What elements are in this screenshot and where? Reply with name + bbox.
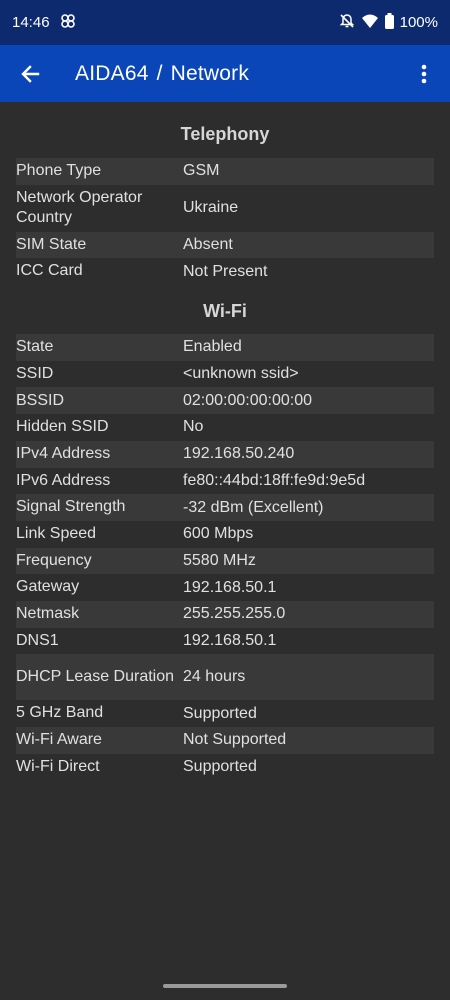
info-row: 5 GHz Band Supported [16, 700, 434, 727]
row-key: Wi-Fi Direct [16, 757, 100, 775]
row-key: Signal Strength [16, 498, 126, 516]
page-name: Network [170, 61, 250, 85]
section-title-telephony: Telephony [180, 124, 270, 144]
row-value: Enabled [183, 338, 242, 356]
row-value: 255.255.255.0 [183, 605, 286, 623]
row-key: Link Speed [16, 524, 97, 542]
row-key: BSSID [16, 391, 65, 409]
row-value: 192.168.50.1 [183, 578, 277, 596]
row-key: State [16, 338, 54, 356]
info-row: IPv4 Address 192.168.50.240 [16, 440, 434, 468]
section-title-wifi: Wi-Fi [203, 301, 247, 322]
page-title: AIDA64 / Network [75, 62, 249, 86]
row-value: <unknown ssid> [183, 365, 299, 383]
battery-percent: 100% [399, 14, 438, 31]
info-row: Link Speed 600 Mbps [16, 521, 434, 548]
pinwheel-icon [60, 13, 76, 33]
row-value: Not Supported [183, 731, 287, 749]
row-key: Phone Type [16, 162, 102, 180]
info-row: ICC Card Not Present [16, 258, 434, 285]
title-separator: / [156, 61, 163, 85]
row-key: ICC Card [16, 262, 83, 280]
info-row: Frequency 5580 MHz [16, 547, 434, 575]
row-key: SIM State [16, 235, 87, 253]
row-value: 192.168.50.240 [183, 445, 295, 463]
battery-icon [384, 12, 394, 33]
row-value: -32 dBm (Excellent) [183, 498, 324, 516]
row-value: Ukraine [183, 199, 239, 217]
info-row: Phone Type GSM [16, 158, 434, 185]
status-time: 14:46 [12, 14, 50, 31]
info-row: SSID <unknown ssid> [16, 361, 434, 388]
row-key: DHCP Lease Duration [16, 668, 175, 686]
app-bar: AIDA64 / Network [0, 45, 450, 102]
info-row: State Enabled [16, 334, 434, 361]
info-row: Wi-Fi Direct Supported [16, 754, 434, 781]
info-row: Gateway 192.168.50.1 [16, 574, 434, 601]
info-row: Netmask 255.255.255.0 [16, 600, 434, 628]
info-row: Hidden SSID No [16, 414, 434, 441]
row-key: Gateway [16, 578, 80, 596]
row-value: 192.168.50.1 [183, 631, 277, 649]
info-row: SIM State Absent [16, 231, 434, 259]
row-value: 5580 MHz [183, 551, 256, 569]
wifi-icon [361, 13, 379, 33]
row-value: Absent [183, 236, 233, 254]
bell-off-icon [339, 13, 355, 33]
app-name: AIDA64 [75, 61, 149, 85]
more-vert-icon[interactable] [412, 62, 436, 86]
row-key: Network Operator Country [16, 188, 143, 227]
row-key: Frequency [16, 551, 92, 569]
row-key: IPv6 Address [16, 471, 111, 489]
row-value: Supported [183, 704, 257, 722]
row-key: Netmask [16, 605, 80, 623]
info-row: Network Operator Country Ukraine [16, 185, 434, 232]
gesture-home-bar[interactable] [163, 984, 287, 988]
row-key: Hidden SSID [16, 418, 109, 436]
row-value: No [183, 418, 204, 436]
info-row: DHCP Lease Duration 24 hours [16, 654, 434, 701]
row-value: Supported [183, 758, 257, 776]
row-value: 600 Mbps [183, 525, 254, 543]
row-value: fe80::44bd:18ff:fe9d:9e5d [183, 471, 366, 489]
row-value: 24 hours [183, 668, 246, 686]
info-row: Wi-Fi Aware Not Supported [16, 727, 434, 754]
row-key: 5 GHz Band [16, 704, 104, 722]
info-row: BSSID 02:00:00:00:00:00 [16, 387, 434, 415]
main-content: Telephony Phone Type GSM Network Operato… [0, 102, 450, 780]
info-row: Signal Strength -32 dBm (Excellent) [16, 494, 434, 521]
row-value: 02:00:00:00:00:00 [183, 391, 313, 409]
info-row: IPv6 Address fe80::44bd:18ff:fe9d:9e5d [16, 468, 434, 495]
row-key: Wi-Fi Aware [16, 731, 102, 749]
status-bar: 14:46 100% [0, 0, 450, 45]
row-key: SSID [16, 364, 54, 382]
info-row: DNS1 192.168.50.1 [16, 628, 434, 655]
row-value: Not Present [183, 262, 268, 280]
row-value: GSM [183, 162, 220, 180]
back-arrow-icon[interactable] [18, 62, 42, 86]
row-key: DNS1 [16, 631, 59, 649]
row-key: IPv4 Address [16, 444, 111, 462]
